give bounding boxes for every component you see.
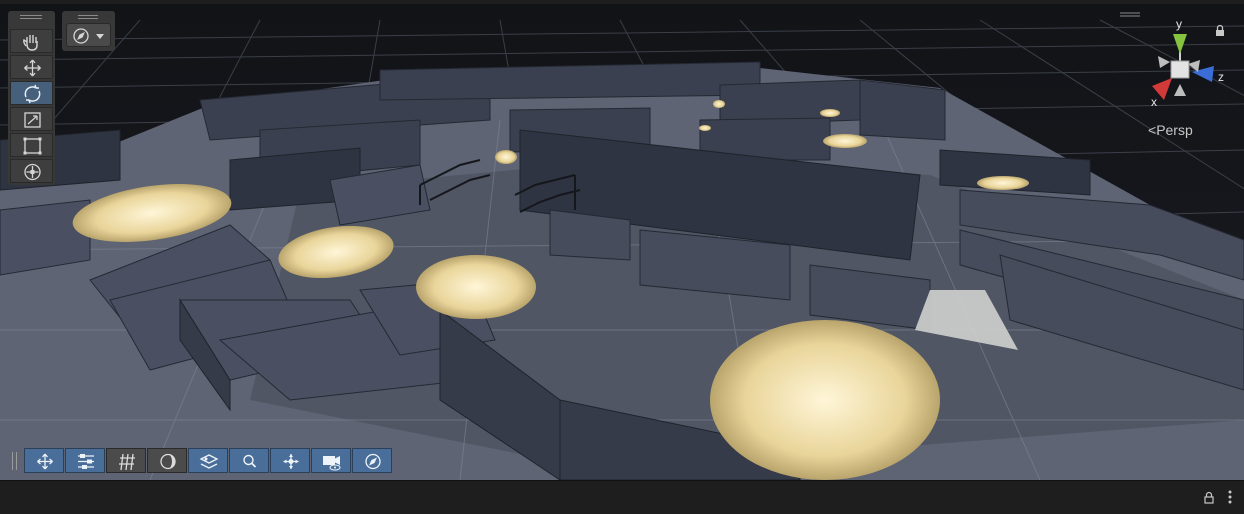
move-icon — [37, 453, 53, 470]
toolbar-grip-handle[interactable] — [12, 452, 13, 470]
overlay-toolbar[interactable] — [12, 446, 394, 475]
search-overlay-button[interactable] — [229, 448, 269, 473]
compass-overlay-button[interactable] — [352, 448, 392, 473]
camera-overlay-button[interactable] — [311, 448, 351, 473]
gizmo-grip-handle[interactable] — [1120, 12, 1140, 18]
projection-label: Persp — [1156, 122, 1193, 138]
pivot-icon — [283, 454, 299, 469]
grid-overlay-button[interactable] — [106, 448, 146, 473]
scale-tool-button[interactable] — [10, 107, 53, 131]
z-axis-label: z — [1218, 70, 1224, 84]
hand-icon — [23, 35, 38, 51]
move-overlay-button[interactable] — [24, 448, 64, 473]
move-arrows-icon — [24, 59, 41, 77]
panel-grip-handle[interactable] — [78, 15, 98, 16]
transform-icon — [24, 163, 41, 181]
scale-icon — [24, 112, 41, 128]
moon-icon — [160, 453, 176, 470]
center-cube[interactable] — [1170, 60, 1190, 79]
draw-mode-overlay-panel[interactable] — [62, 11, 115, 51]
rotate-icon — [24, 84, 41, 104]
camera-projection-toggle[interactable]: <Persp — [1148, 122, 1193, 138]
rect-icon — [23, 137, 42, 155]
scene-viewport[interactable]: y z x <Persp — [0, 0, 1244, 480]
level-3d-render[interactable] — [0, 0, 1244, 480]
lock-icon[interactable] — [1214, 24, 1226, 37]
panel-grip-handle-line — [78, 18, 98, 19]
sliders-icon — [78, 454, 94, 469]
layers-overlay-button[interactable] — [188, 448, 228, 473]
layers-icon — [199, 454, 219, 469]
toolbar-grip-handle-line — [16, 452, 17, 470]
grid-icon — [119, 453, 135, 471]
lock-icon[interactable] — [1203, 491, 1215, 504]
tools-overlay-panel[interactable] — [8, 11, 55, 185]
shading-overlay-button[interactable] — [147, 448, 187, 473]
more-options-icon[interactable] — [1227, 490, 1233, 504]
y-axis-label: y — [1176, 17, 1182, 31]
rect-tool-button[interactable] — [10, 133, 53, 157]
pivot-overlay-button[interactable] — [270, 448, 310, 473]
transform-tool-button[interactable] — [10, 159, 53, 183]
window-top-edge — [0, 0, 1244, 4]
panel-grip-handle[interactable] — [20, 15, 42, 16]
panel-grip-handle-line — [20, 18, 42, 19]
chevron-down-icon — [96, 34, 104, 39]
rotate-tool-button[interactable] — [10, 81, 53, 105]
settings-overlay-button[interactable] — [65, 448, 105, 473]
search-icon — [243, 454, 257, 468]
camera-eye-icon — [323, 456, 341, 471]
draw-mode-dropdown[interactable] — [66, 23, 111, 47]
chevron-left-icon: < — [1148, 122, 1157, 138]
x-axis-label: x — [1151, 95, 1157, 106]
move-tool-button[interactable] — [10, 55, 53, 79]
compass-icon — [365, 453, 381, 470]
y-axis-cone[interactable] — [1173, 34, 1187, 54]
status-bar — [0, 480, 1244, 514]
hand-tool-button[interactable] — [10, 29, 53, 53]
